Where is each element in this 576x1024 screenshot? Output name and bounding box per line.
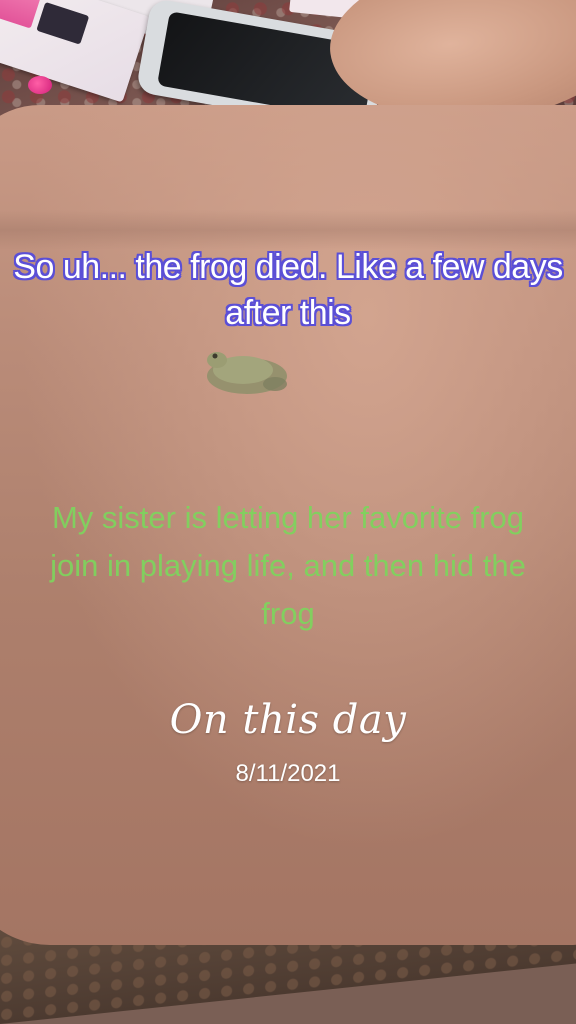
top-caption: So uh... the frog died. Like a few days … [13, 248, 563, 332]
middle-caption: My sister is letting her favorite frog j… [50, 500, 526, 631]
video-frame: So uh... the frog died. Like a few days … [0, 0, 576, 1024]
frog-icon [207, 352, 287, 394]
memory-title: On this day [169, 697, 407, 743]
card-art [36, 1, 90, 45]
memory-date: 8/11/2021 [235, 760, 341, 787]
card-art [0, 0, 42, 29]
game-token [28, 76, 52, 94]
